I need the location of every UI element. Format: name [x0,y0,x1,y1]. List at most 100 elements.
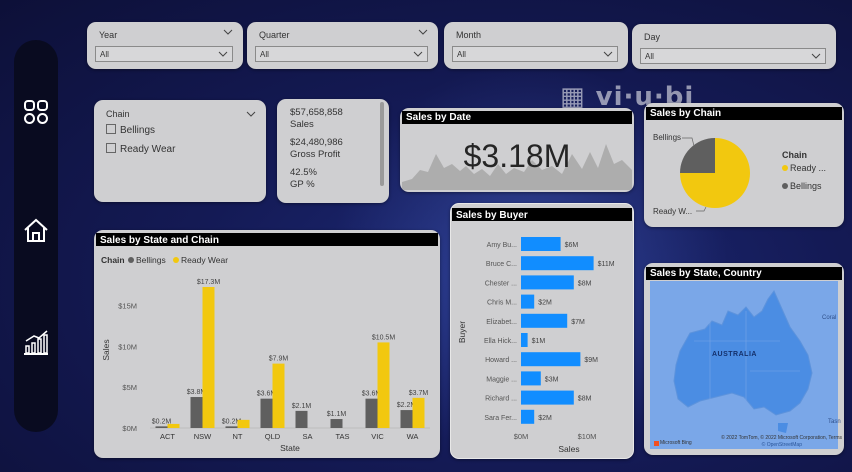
kpi-card: $57,658,858 Sales $24,480,986 Gross Prof… [277,99,389,203]
y-axis-label: Sales [101,339,111,360]
sales-by-buyer-chart[interactable]: Sales by Buyer Amy Bu... $6M Bruce C... $11M… [451,204,633,458]
bar-bellings [365,398,378,428]
buyer-bar [521,237,561,251]
quarter-value: All [260,50,269,59]
sales-by-date-card: Sales by Date $3.18M [400,108,634,192]
option-label: Bellings [120,125,156,136]
data-label: $7.9M [269,356,289,363]
x-tick-label: SA [302,432,312,441]
data-label: $6M [565,242,579,249]
legend-label-bellings: Bellings [136,255,166,265]
map-sea-label: Coral [822,315,837,321]
leader-line [682,137,695,147]
bar-bellings [190,397,203,428]
month-slicer[interactable]: Month All [444,22,628,69]
data-label: $9M [584,357,598,364]
pie-label-ready-wear: Ready W... [653,207,693,216]
bar-bellings [400,410,413,428]
y-axis-label: Buyer [457,321,467,343]
checkbox[interactable] [106,124,116,134]
quarter-slicer[interactable]: Quarter All [247,22,438,69]
month-slicer-label: Month [456,30,482,40]
map-attribution: © 2022 TomTom, © 2022 Microsoft Corporat… [721,435,842,441]
y-tick-label: Ella Hick... [484,338,517,345]
gross-profit-value: $24,480,986 [290,137,343,148]
month-value: All [457,50,466,59]
y-tick-label: Richard ... [485,396,517,403]
chain-option-ready-wear[interactable]: Ready Wear [106,143,175,155]
chevron-down-icon[interactable] [223,28,233,36]
chevron-down-icon [413,51,423,57]
sales-label: Sales [290,119,314,130]
y-tick-label: $0M [122,424,137,433]
year-dropdown[interactable]: All [95,46,233,62]
sales-by-date-value: $3.18M [463,138,571,174]
y-tick-label: Maggie ... [486,376,517,383]
chevron-down-icon[interactable] [246,110,256,118]
bar-bellings [295,410,308,428]
x-tick-label: $0M [514,432,529,441]
day-value: All [645,52,654,61]
buyer-bar [521,313,568,328]
buyer-bar [521,256,594,271]
pie-legend-bellings[interactable]: Bellings [782,181,822,191]
y-tick-label: $5M [122,383,137,392]
data-label: $3.7M [409,390,429,397]
month-dropdown[interactable]: All [452,46,618,62]
map-attribution-link[interactable]: © OpenStreetMap [674,442,802,448]
quarter-slicer-label: Quarter [259,30,290,40]
analytics-icon[interactable] [22,328,50,356]
gp-pct-value: 42.5% [290,167,317,178]
map-canvas[interactable] [650,281,838,449]
chevron-down-icon[interactable] [418,28,428,36]
bar-bellings [330,419,343,428]
year-slicer[interactable]: Year All [87,22,243,69]
legend-label-ready-wear: Ready Wear [181,255,228,265]
data-label: $10.5M [372,334,396,341]
gross-profit-label: Gross Profit [290,149,341,160]
leader-line [696,206,707,212]
y-tick-label: $15M [118,302,137,311]
chevron-down-icon [811,53,821,59]
buyer-bar [521,409,535,424]
year-value: All [100,50,109,59]
legend-label: Ready ... [790,163,827,173]
legend-label: Bellings [790,181,822,191]
home-icon[interactable] [22,216,50,244]
x-tick-label: WA [407,432,419,441]
day-slicer-label: Day [644,32,661,42]
buyer-bar [521,390,574,405]
y-tick-label: $10M [118,342,137,351]
data-label: $11M [598,261,615,268]
x-tick-label: ACT [160,432,175,441]
sales-by-state-chain-chart[interactable]: Sales by State and Chain Chain Bellings Rea… [94,230,440,458]
y-tick-label: Amy Bu... [487,242,517,249]
pie-legend-ready-wear[interactable]: Ready ... [782,163,826,173]
map-title: Sales by State, Country [646,267,842,280]
bar-bellings [155,426,168,428]
quarter-dropdown[interactable]: All [255,46,428,62]
y-tick-label: Chester ... [485,280,517,287]
pie-legend-title: Chain [782,150,808,160]
x-axis-label: Sales [558,444,579,454]
day-slicer[interactable]: Day All [632,24,836,69]
checkbox[interactable] [106,143,116,153]
scrollbar[interactable] [380,102,384,186]
sales-by-state-chain-card: Sales by State and Chain Chain Bellings Rea… [94,230,440,458]
bar-ready-wear [237,419,250,428]
legend-title: Chain [101,255,125,265]
legend-marker-bellings [128,257,134,263]
y-tick-label: Elizabet... [486,319,517,326]
sales-by-chain-card: Sales by Chain Bellings Ready W... Chain… [644,103,844,227]
bar-ready-wear [412,397,425,428]
legend-marker-ready-wear [173,257,179,263]
pie-slice-bellings [680,138,715,173]
chain-option-bellings[interactable]: Bellings [106,124,155,136]
data-label: $1.1M [327,411,347,418]
x-tick-label: QLD [265,432,281,441]
day-dropdown[interactable]: All [640,48,826,64]
apps-icon[interactable] [22,98,50,126]
chart-title: Sales by Buyer [456,210,528,221]
chart-title: Sales by State and Chain [100,235,219,246]
y-tick-label: Chris M... [487,300,517,307]
